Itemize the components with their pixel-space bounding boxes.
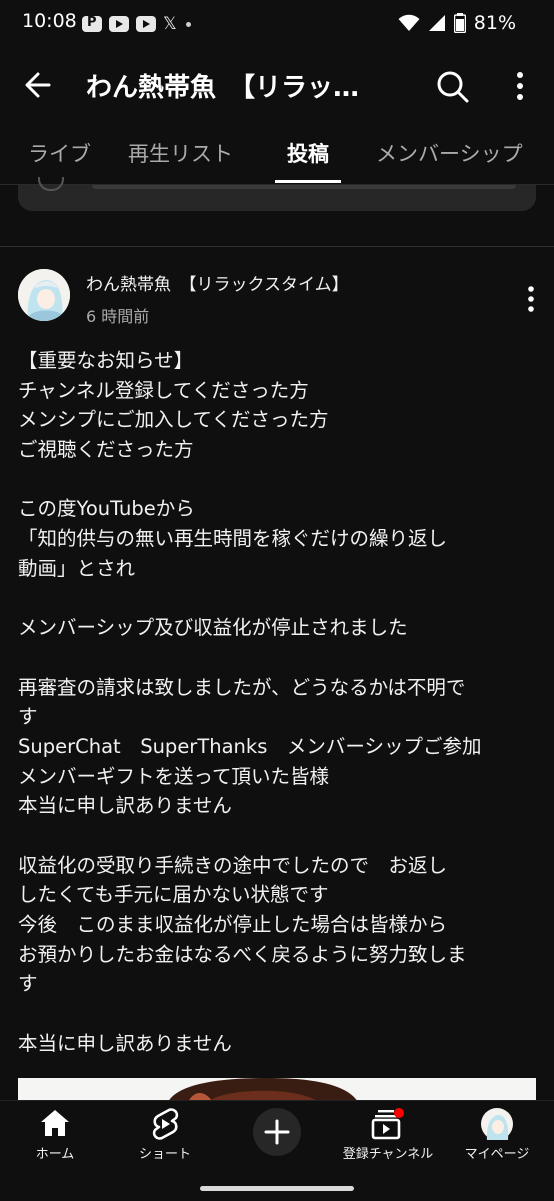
tab-live[interactable]: ライブ bbox=[28, 138, 91, 168]
nav-label: 登録チャンネル bbox=[342, 1147, 434, 1162]
battery-icon bbox=[453, 13, 466, 33]
post-line: 【重要なお知らせ】 bbox=[18, 349, 194, 372]
avatar-icon bbox=[481, 1108, 513, 1140]
back-arrow-icon bbox=[25, 72, 51, 98]
post-line: チャンネル登録してくださった方 bbox=[18, 378, 309, 402]
status-time: 10:08 bbox=[22, 10, 77, 32]
post-divider bbox=[0, 246, 554, 247]
dot-icon bbox=[185, 21, 191, 27]
nav-home[interactable]: ホーム bbox=[0, 1101, 110, 1171]
post-options-button[interactable] bbox=[516, 282, 546, 316]
post-line bbox=[18, 584, 542, 614]
tab-playlists[interactable]: 再生リスト bbox=[128, 138, 233, 168]
tab-posts[interactable]: 投稿 bbox=[287, 138, 329, 168]
back-button[interactable] bbox=[18, 64, 60, 106]
subscriptions-icon bbox=[371, 1108, 404, 1140]
status-bar: 10:08 𝕏 81% bbox=[0, 0, 554, 48]
post-line: 動画」とされ bbox=[18, 556, 136, 580]
battery-level: 81% bbox=[473, 12, 516, 34]
post-line: メンバーシップ及び収益化が停止されました bbox=[18, 616, 408, 640]
notification-icons: 𝕏 bbox=[82, 13, 191, 35]
post-line bbox=[18, 821, 542, 851]
signal-icon bbox=[428, 15, 445, 31]
post-text: 【重要なお知らせ】 チャンネル登録してくださった方 メンシプにご加入してくださっ… bbox=[18, 346, 542, 1059]
nav-label: マイページ bbox=[464, 1147, 530, 1162]
avatar-illustration-icon bbox=[18, 269, 70, 321]
post-line: お預かりしたお金はなるべく戻るように努力致しま bbox=[18, 942, 467, 966]
youtube-icon bbox=[136, 16, 156, 32]
nav-you[interactable]: マイページ bbox=[442, 1101, 552, 1171]
pinterest-icon bbox=[82, 15, 102, 32]
comment-input bbox=[92, 185, 516, 189]
youtube-icon bbox=[109, 16, 129, 32]
search-icon bbox=[437, 71, 469, 103]
page-title: わん熱帯魚 【リラッ… bbox=[86, 73, 360, 103]
system-status: 81% bbox=[398, 12, 516, 34]
previous-comment-box[interactable] bbox=[18, 177, 536, 211]
post-image[interactable] bbox=[18, 1078, 536, 1102]
nav-subscriptions[interactable]: 登録チャンネル bbox=[333, 1101, 443, 1171]
post-line bbox=[18, 465, 542, 495]
post-line: したくても手元に届かない状態です bbox=[18, 883, 329, 907]
post-author[interactable]: わん熱帯魚 【リラックスタイム】 bbox=[86, 270, 349, 295]
wifi-icon bbox=[398, 14, 420, 31]
create-button[interactable] bbox=[253, 1108, 301, 1156]
post-line bbox=[18, 643, 542, 673]
x-icon: 𝕏 bbox=[163, 13, 177, 34]
app-header: わん熱帯魚 【リラッ… bbox=[0, 48, 554, 120]
nav-shorts[interactable]: ショート bbox=[110, 1101, 220, 1171]
home-indicator[interactable] bbox=[200, 1186, 354, 1191]
nav-label: ホーム bbox=[35, 1147, 75, 1162]
shorts-icon bbox=[152, 1108, 179, 1140]
post-line: この度YouTubeから bbox=[18, 497, 195, 521]
post-line: す bbox=[18, 972, 38, 996]
post-line: 本当に申し訳ありません bbox=[18, 1031, 232, 1055]
post-line: メンシプにご加入してくださった方 bbox=[18, 408, 329, 432]
more-vert-icon bbox=[528, 286, 534, 312]
post-line bbox=[18, 999, 542, 1029]
post-line: 収益化の受取り手続きの途中でしたので お返し bbox=[18, 853, 448, 877]
post-line: メンバーギフトを送って頂いた皆様 bbox=[18, 764, 330, 788]
post-line: 「知的供与の無い再生時間を稼ぐだけの繰り返し bbox=[18, 527, 448, 551]
channel-tabs: ライブ 再生リスト 投稿 メンバーシップ bbox=[0, 122, 554, 184]
active-tab-indicator bbox=[275, 180, 341, 183]
search-button[interactable] bbox=[430, 64, 474, 108]
channel-avatar[interactable] bbox=[18, 269, 70, 321]
post-line: す bbox=[18, 705, 38, 729]
post-line: SuperChat SuperThanks メンバーシップご参加 bbox=[18, 734, 482, 758]
post-line: ご視聴くださった方 bbox=[18, 438, 194, 462]
post-line: 今後 このまま収益化が停止した場合は皆様から bbox=[18, 913, 448, 937]
plus-icon bbox=[264, 1119, 290, 1145]
more-options-button[interactable] bbox=[505, 66, 535, 106]
post-illustration-icon bbox=[18, 1078, 536, 1102]
post-timestamp: 6 時間前 bbox=[86, 307, 150, 326]
post-line: 本当に申し訳ありません bbox=[18, 794, 232, 818]
nav-label: ショート bbox=[138, 1147, 191, 1162]
post-line: 再審査の請求は致しましたが、どうなるかは不明で bbox=[18, 675, 466, 699]
home-icon bbox=[41, 1110, 69, 1136]
tab-membership[interactable]: メンバーシップ bbox=[376, 138, 523, 168]
more-vert-icon bbox=[517, 72, 523, 100]
avatar bbox=[38, 177, 64, 191]
